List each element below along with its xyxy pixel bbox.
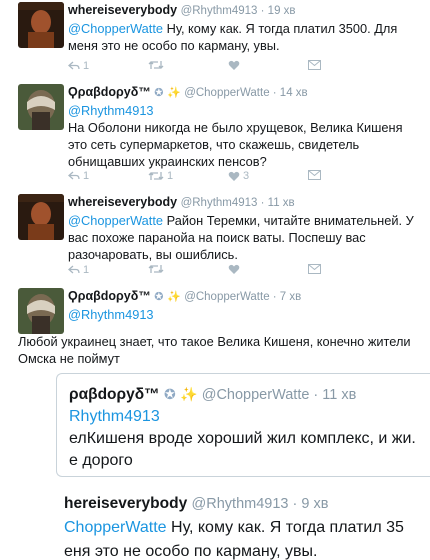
retweet-icon bbox=[148, 61, 164, 69]
reply-icon bbox=[68, 61, 80, 70]
author-name[interactable]: Ϙραβdορуδ™ bbox=[68, 289, 151, 303]
heart-icon bbox=[228, 60, 240, 70]
retweet-icon bbox=[148, 265, 164, 273]
tweet-text: @ChopperWatte Район Теремки, читайте вни… bbox=[68, 213, 414, 262]
reply-button[interactable]: 1 bbox=[68, 264, 89, 276]
author-handle-time: @Rhythm4913 · 11 хв bbox=[180, 197, 295, 209]
mention-link[interactable]: @ChopperWatte bbox=[68, 21, 163, 36]
mention-line: @Rhythm4913 bbox=[68, 306, 422, 323]
tweet-2[interactable]: Ϙραβdορуδ™ ✪ ✨ @ChopperWatte · 14 хв @Rh… bbox=[0, 84, 430, 184]
sparkles-icon: ✨ bbox=[167, 291, 181, 303]
mention-link[interactable]: ChopperWatte bbox=[64, 519, 167, 536]
reply-button[interactable]: 1 bbox=[68, 60, 89, 72]
mention-link[interactable]: @Rhythm4913 bbox=[68, 103, 154, 118]
sparkles-icon: ✨ bbox=[179, 386, 198, 402]
author-name[interactable]: whereiseverybody bbox=[68, 195, 177, 209]
reply-icon bbox=[68, 171, 80, 180]
dm-button[interactable] bbox=[308, 60, 321, 70]
author-name[interactable]: whereiseverybody bbox=[68, 3, 177, 17]
author-name[interactable]: Ϙραβdορуδ™ bbox=[68, 85, 151, 99]
author-handle-time: @ChopperWatte · 7 хв bbox=[184, 291, 302, 303]
envelope-icon bbox=[308, 264, 321, 274]
heart-icon bbox=[228, 264, 240, 274]
verified-icon: ✪ bbox=[163, 386, 176, 402]
avatar[interactable] bbox=[18, 194, 64, 240]
tweet-text: @Rhythm4913 На Оболони никогда не было хр… bbox=[68, 103, 403, 169]
verified-icon: ✪ bbox=[154, 291, 164, 303]
sparkles-icon: ✨ bbox=[167, 87, 181, 99]
like-button[interactable] bbox=[228, 264, 240, 275]
author-handle-time: @ChopperWatte · 14 хв bbox=[184, 87, 308, 99]
reply-count: 1 bbox=[83, 264, 90, 276]
tweet-1[interactable]: whereiseverybody @Rhythm4913 · 19 хв @Ch… bbox=[0, 0, 430, 82]
dm-button[interactable] bbox=[308, 170, 321, 180]
author-handle-time: @Rhythm4913 · 9 хв bbox=[191, 496, 329, 512]
retweet-button[interactable] bbox=[148, 264, 164, 274]
author-handle-time: @ChopperWatte · 11 хв bbox=[201, 387, 357, 403]
envelope-icon bbox=[308, 60, 321, 70]
tweet-text: Любой украинец знает, что такое Велика К… bbox=[18, 334, 411, 366]
tweet-text: @ChopperWatte Ну, кому как. Я тогда плат… bbox=[68, 21, 398, 53]
verified-icon: ✪ bbox=[154, 87, 164, 99]
envelope-icon bbox=[308, 170, 321, 180]
retweet-button[interactable]: 1 bbox=[148, 170, 173, 182]
tweet-4[interactable]: Ϙραβdορуδ™ ✪ ✨ @ChopperWatte · 7 хв @Rhy… bbox=[0, 288, 430, 368]
tweet-actions: 1 bbox=[68, 60, 408, 74]
author-name[interactable]: hereiseverybody bbox=[64, 495, 187, 512]
avatar[interactable] bbox=[18, 2, 64, 48]
mention-link[interactable]: @ChopperWatte bbox=[68, 213, 163, 228]
heart-icon bbox=[228, 171, 240, 181]
avatar[interactable] bbox=[18, 288, 64, 334]
retweet-count: 1 bbox=[167, 170, 174, 182]
quoted-line-1: елКишеня вроде хороший жил комплекс, и ж… bbox=[69, 430, 416, 447]
quoted-line-2: е дорого bbox=[69, 452, 133, 469]
mention-link[interactable]: @Rhythm4913 bbox=[68, 307, 154, 322]
zoomed-text: ChopperWatte Ну, кому как. Я тогда плати… bbox=[64, 516, 430, 560]
author-handle-time: @Rhythm4913 · 19 хв bbox=[180, 5, 296, 17]
like-button[interactable] bbox=[228, 60, 240, 71]
mention-link[interactable]: Rhythm4913 bbox=[69, 408, 160, 425]
reply-count: 1 bbox=[83, 60, 90, 72]
tweet-actions: 1 bbox=[68, 264, 408, 278]
retweet-button[interactable] bbox=[148, 60, 164, 70]
zoomed-line-1: Ну, кому как. Я тогда платил 35 bbox=[166, 519, 404, 536]
avatar[interactable] bbox=[18, 84, 64, 130]
like-count: 3 bbox=[243, 170, 250, 182]
zoomed-tweet[interactable]: hereiseverybody @Rhythm4913 · 9 хв Chopp… bbox=[64, 494, 430, 560]
reply-icon bbox=[68, 265, 80, 274]
reply-count: 1 bbox=[83, 170, 90, 182]
author-name[interactable]: ραβdορуδ™ bbox=[69, 386, 160, 403]
zoomed-line-2: еня это не особо по карману, увы. bbox=[64, 543, 318, 560]
like-button[interactable]: 3 bbox=[228, 170, 249, 182]
retweet-icon bbox=[148, 172, 164, 180]
reply-button[interactable]: 1 bbox=[68, 170, 89, 182]
quoted-text: Rhythm4913 елКишеня вроде хороший жил ко… bbox=[69, 406, 416, 472]
tweet-actions: 1 1 3 bbox=[68, 170, 408, 184]
tweet-3[interactable]: whereiseverybody @Rhythm4913 · 11 хв @Ch… bbox=[0, 194, 430, 284]
quoted-tweet-zoom[interactable]: ραβdορуδ™ ✪ ✨ @ChopperWatte · 11 хв Rhyt… bbox=[56, 373, 430, 477]
dm-button[interactable] bbox=[308, 264, 321, 274]
